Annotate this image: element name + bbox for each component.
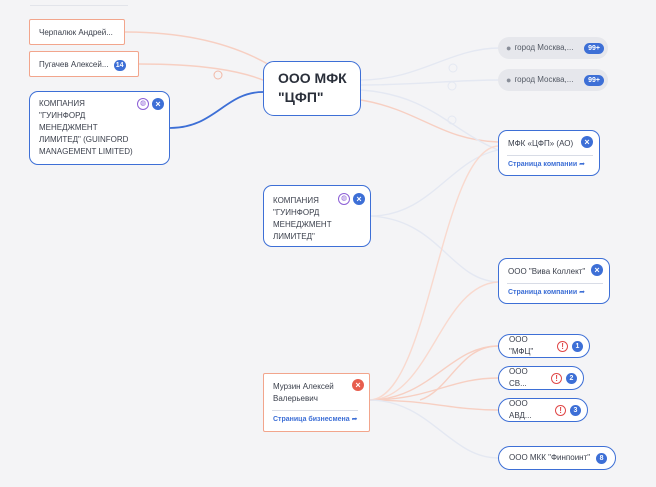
- company-node-viva-collect[interactable]: ООО "Вива Коллект" Страница компании ➦ ×: [498, 258, 610, 304]
- company-name-line: МЕНЕДЖМЕНТ: [273, 220, 332, 229]
- company-name-line: ЛИМИТЕД" (GUINFORD: [39, 135, 129, 144]
- count-badge: 99+: [584, 74, 604, 86]
- company-node-guinford-middle[interactable]: КОМПАНИЯ "ГУИНФОРД МЕНЕДЖМЕНТ ЛИМИТЕД" ◍…: [263, 185, 371, 247]
- globe-icon[interactable]: ◍: [137, 98, 149, 110]
- company-node-mfk-cfp[interactable]: МФК «ЦФП» (АО) Страница компании ➦ ×: [498, 130, 600, 176]
- connections-badge: 14: [113, 60, 126, 71]
- share-arrow-icon: ➦: [351, 416, 358, 423]
- company-page-link[interactable]: Страница компании ➦: [508, 159, 585, 171]
- company-name-line: МЕНЕДЖМЕНТ: [39, 123, 98, 132]
- company-node-sv[interactable]: ООО СВ... ! 2: [498, 366, 584, 390]
- pin-icon: ●: [506, 75, 512, 85]
- count-badge: 1: [572, 340, 583, 352]
- close-icon[interactable]: ×: [581, 136, 593, 148]
- person-name-line: Валерьевич: [273, 394, 318, 403]
- person-name: Черпалюк Андрей...: [39, 28, 113, 37]
- close-icon[interactable]: ×: [352, 379, 364, 391]
- count-badge: 3: [570, 404, 581, 416]
- close-icon[interactable]: ×: [152, 98, 164, 110]
- warning-icon: !: [557, 340, 568, 352]
- company-name-line: ЛИМИТЕД": [273, 232, 315, 241]
- person-node-pugachev[interactable]: Пугачев Алексей... 14: [29, 51, 139, 77]
- center-company-name: ООО МФК: [278, 70, 347, 86]
- businessman-page-link[interactable]: Страница бизнесмена ➦: [273, 414, 357, 426]
- company-name-line: "ГУИНФОРД: [39, 111, 86, 120]
- company-name-line: "ГУИНФОРД: [273, 208, 320, 217]
- person-node-murzin[interactable]: Мурзин Алексей Валерьевич Страница бизне…: [263, 373, 370, 432]
- location-label: город Москва,...: [514, 75, 574, 84]
- company-node-mfc[interactable]: ООО "МФЦ" ! 1: [498, 334, 590, 358]
- share-arrow-icon: ➦: [579, 289, 585, 296]
- card-divider: [507, 283, 603, 284]
- company-node-finpoint[interactable]: ООО МКК "Финпоинт" 8: [498, 446, 616, 470]
- center-company-name-2: "ЦФП": [278, 89, 324, 105]
- company-page-link-label: Страница компании: [508, 161, 578, 168]
- card-divider: [507, 155, 593, 156]
- globe-icon[interactable]: ◍: [338, 193, 350, 205]
- center-company-node[interactable]: ООО МФК "ЦФП": [263, 61, 361, 116]
- company-name-line: MANAGEMENT LIMITED): [39, 147, 133, 156]
- location-label: город Москва,...: [514, 43, 574, 52]
- company-name: ООО АВД...: [509, 399, 532, 420]
- pin-icon: ●: [506, 43, 512, 53]
- company-name-line: КОМПАНИЯ: [39, 99, 85, 108]
- company-node-avd[interactable]: ООО АВД... ! 3: [498, 398, 588, 422]
- company-name: ООО "МФЦ": [509, 335, 534, 356]
- share-arrow-icon: ➦: [579, 161, 585, 168]
- count-badge: 8: [596, 452, 608, 464]
- top-divider: [30, 5, 128, 6]
- card-divider: [272, 410, 358, 411]
- count-badge: 99+: [584, 42, 604, 54]
- location-node-2[interactable]: ● город Москва,... 99+: [498, 69, 608, 91]
- company-name: ООО СВ...: [509, 367, 528, 388]
- company-node-guinford-left[interactable]: КОМПАНИЯ "ГУИНФОРД МЕНЕДЖМЕНТ ЛИМИТЕД" (…: [29, 91, 170, 165]
- close-icon[interactable]: ×: [353, 193, 365, 205]
- person-name: Пугачев Алексей...: [39, 60, 109, 69]
- location-node-1[interactable]: ● город Москва,... 99+: [498, 37, 608, 59]
- company-name: ООО МКК "Финпоинт": [509, 453, 591, 462]
- company-page-link[interactable]: Страница компании ➦: [508, 287, 585, 299]
- count-badge: 2: [566, 372, 577, 384]
- person-node-cherpalyuk[interactable]: Черпалюк Андрей...: [29, 19, 125, 45]
- warning-icon: !: [555, 404, 566, 416]
- close-icon[interactable]: ×: [591, 264, 603, 276]
- businessman-page-link-label: Страница бизнесмена: [273, 416, 350, 423]
- warning-icon: !: [551, 372, 562, 384]
- company-page-link-label: Страница компании: [508, 289, 578, 296]
